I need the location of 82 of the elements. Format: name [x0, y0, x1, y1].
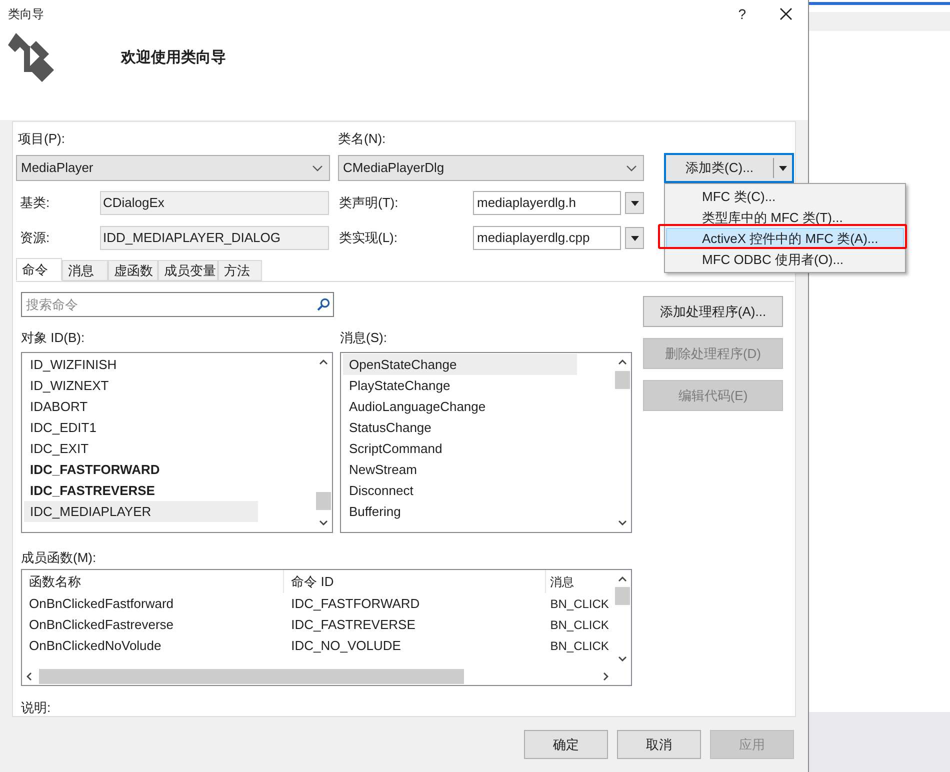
dropdown-button[interactable] [625, 192, 644, 214]
header-title: 欢迎使用类向导 [121, 48, 226, 68]
table-cell-text: OnBnClickedFastforward [28, 594, 174, 613]
menu-item[interactable]: ActiveX 控件中的 MFC 类(A)... [666, 228, 904, 249]
list-item[interactable]: ID_WIZNEXT [24, 375, 258, 396]
scroll-down-icon[interactable] [618, 656, 627, 662]
project-dropdown[interactable]: MediaPlayer [16, 155, 330, 181]
table-cell-text: IDC_NO_VOLUDE [290, 636, 402, 655]
dialog-button[interactable]: 取消 [617, 730, 701, 759]
list-item[interactable]: IDC_FASTFORWARD [24, 459, 258, 480]
list-item[interactable]: IDC_EXIT [24, 438, 258, 459]
menu-item[interactable]: 类型库中的 MFC 类(T)... [666, 207, 904, 228]
scroll-thumb[interactable] [39, 669, 464, 684]
table-cell-text: OnBnClickedNoVolude [28, 636, 162, 655]
field-label: 对象 ID(B): [21, 329, 86, 348]
table-cell-text: BN_CLICK [549, 596, 610, 612]
class-name-dropdown[interactable]: CMediaPlayerDlg [338, 155, 644, 181]
handler-button[interactable]: 添加处理程序(A)... [643, 296, 783, 327]
window-title: 类向导 [8, 6, 44, 23]
list-item[interactable]: IDC_MEDIAPLAYER [24, 501, 258, 522]
field-label: 类声明(T): [339, 194, 400, 212]
tab[interactable]: 成员变量 [158, 260, 218, 281]
field-label: 类实现(L): [339, 229, 398, 248]
table-cell-text: BN_CLICK [549, 638, 610, 654]
list-item[interactable]: ScriptCommand [343, 438, 577, 459]
field-label: 说明: [21, 699, 52, 714]
list-item[interactable]: IDC_EDIT1 [24, 417, 258, 438]
caret-down-icon [630, 200, 638, 206]
field-label: 成员函数(M): [21, 549, 98, 564]
scroll-up-icon[interactable] [319, 359, 328, 365]
scroll-left-icon[interactable] [26, 672, 32, 681]
scroll-down-icon[interactable] [319, 520, 328, 526]
close-icon[interactable] [780, 8, 792, 20]
table-cell-text: BN_CLICK [549, 616, 610, 634]
tab[interactable]: 消息 [62, 260, 108, 281]
list-item[interactable]: NewStream [343, 459, 577, 480]
search-field[interactable]: 搜索命令 [21, 292, 334, 317]
field-label: 资源: [19, 229, 51, 248]
scroll-right-icon[interactable] [603, 672, 609, 681]
scroll-up-icon[interactable] [618, 576, 627, 582]
tab[interactable]: 虚函数 [108, 260, 158, 281]
column-header[interactable]: 函数名称 [22, 570, 284, 593]
file-field[interactable]: mediaplayerdlg.h [473, 191, 621, 215]
menu-item[interactable]: MFC 类(C)... [666, 186, 904, 207]
list-item[interactable]: PlayStateChange [343, 375, 577, 396]
column-header[interactable]: 消息 [546, 570, 614, 593]
list-item[interactable]: OpenStateChange [343, 354, 577, 375]
caret-down-icon [779, 166, 787, 170]
list-item[interactable]: StatusChange [343, 417, 577, 438]
scroll-up-icon[interactable] [618, 359, 627, 365]
list-item[interactable]: IDC_FASTREVERSE [24, 480, 258, 501]
list-item[interactable]: Buffering [343, 501, 577, 522]
caret-down-icon [630, 236, 638, 240]
chevron-down-icon [626, 164, 637, 172]
scroll-thumb[interactable] [615, 587, 630, 605]
help-button[interactable]: ? [738, 4, 746, 24]
scroll-thumb[interactable] [316, 492, 331, 510]
field-label: 消息(S): [340, 329, 387, 348]
file-field[interactable]: mediaplayerdlg.cpp [473, 226, 621, 250]
read-only-field: IDD_MEDIAPLAYER_DIALOG [100, 226, 329, 250]
dialog-button[interactable]: 确定 [524, 730, 608, 759]
scroll-down-icon[interactable] [618, 520, 627, 526]
add-class-split-button[interactable]: 添加类(C)... [664, 153, 794, 183]
field-label: 类名(N): [338, 130, 386, 148]
list-item[interactable]: AudioLanguageChange [343, 396, 577, 417]
read-only-field: CDialogEx [100, 191, 329, 215]
list-item[interactable]: IDABORT [24, 396, 258, 417]
table-cell-text: OnBnClickedFastreverse [28, 616, 174, 634]
field-label: 项目(P): [17, 130, 66, 148]
column-header[interactable]: 命令 ID [284, 570, 546, 593]
tab[interactable]: 方法 [218, 260, 262, 281]
tab[interactable]: 命令 [16, 258, 62, 281]
menu-item[interactable]: MFC ODBC 使用者(O)... [666, 249, 904, 270]
table-cell-text: IDC_FASTREVERSE [290, 616, 416, 634]
table-cell-text: IDC_FASTFORWARD [290, 594, 421, 613]
list-item[interactable]: ID_WIZFINISH [24, 354, 258, 375]
search-icon[interactable] [317, 298, 330, 311]
list-item[interactable]: Disconnect [343, 480, 577, 501]
chevron-down-icon [312, 164, 323, 172]
scroll-thumb[interactable] [615, 371, 630, 389]
dropdown-button[interactable] [625, 227, 644, 249]
field-label: 基类: [19, 194, 51, 212]
